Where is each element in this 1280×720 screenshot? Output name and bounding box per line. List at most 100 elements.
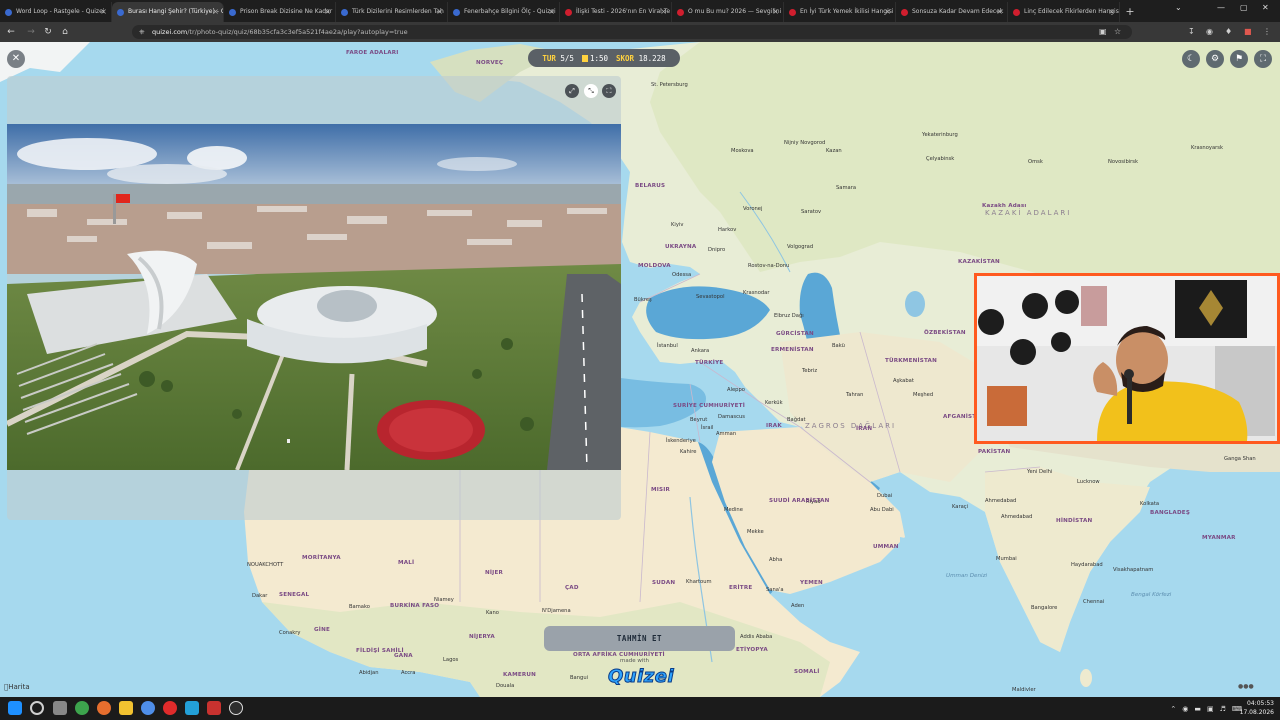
guess-button[interactable]: TAHMİN ET (544, 626, 735, 651)
search-icon[interactable] (30, 701, 44, 715)
map-label: Nijniy Novgorod (784, 140, 826, 146)
puzzle-icon[interactable]: ♦ (1225, 25, 1232, 39)
close-game-button[interactable]: ✕ (7, 50, 25, 68)
minimize-icon[interactable]: — (1217, 3, 1225, 12)
map-label: Elbruz Dağı (774, 313, 804, 319)
browser-tab[interactable]: Türk Dizilerini Resimlerden Tah × (336, 2, 448, 22)
map-label: BURKİNA FASO (390, 603, 440, 609)
quiz-photo (7, 124, 621, 470)
browser-tab[interactable]: Burası Hangi Şehir? (Türkiye) - Q × (112, 2, 224, 22)
fullscreen-icon[interactable]: ⛶ (1254, 50, 1272, 68)
new-tab-button[interactable]: + (1120, 2, 1140, 22)
map-label: MORİTANYA (302, 555, 341, 561)
opera-app-icon[interactable] (163, 701, 177, 715)
maximize-icon[interactable]: ▢ (1240, 3, 1248, 12)
recording-app-icon[interactable] (207, 701, 221, 715)
bookmark-star-icon[interactable]: ☆ (1114, 25, 1121, 39)
browser-tab[interactable]: Linç Edilecek Fikirlerden Hangis × (1008, 2, 1120, 22)
system-clock[interactable]: 04:05:53 17.08.2026 (1240, 699, 1274, 717)
install-app-icon[interactable]: ▣ (1099, 25, 1107, 39)
map-label: İRAN (856, 426, 873, 432)
map-attribution[interactable]: Harita (4, 683, 30, 691)
url-host: quizei.com (152, 28, 188, 36)
tab-title: Linç Edilecek Fikirlerden Hangis (1024, 8, 1119, 15)
profile-avatar-icon[interactable]: ■ (1244, 25, 1252, 39)
theme-toggle-icon[interactable]: ☾ (1182, 50, 1200, 68)
map-label: Voronej (743, 206, 763, 212)
tab-close-icon[interactable]: × (772, 2, 779, 22)
report-flag-icon[interactable]: ⚑ (1230, 50, 1248, 68)
expand-icon[interactable]: ⤡ (584, 84, 598, 98)
tab-close-icon[interactable]: × (212, 2, 219, 22)
map-label: Meşhed (913, 392, 934, 398)
map-label: Odessa (672, 272, 692, 278)
downloads-icon[interactable]: ↧ (1188, 25, 1195, 39)
map-label: Yeni Delhi (1027, 469, 1053, 475)
map-label: Moskova (731, 148, 754, 154)
browser-tab[interactable]: Fenerbahçe Bilgini Ölç - Quizei × (448, 2, 560, 22)
map-label: Sana'a (766, 587, 784, 593)
map-label: St. Petersburg (651, 82, 688, 88)
map-label: FAROE ADALARI (346, 50, 399, 56)
forward-icon[interactable]: → (24, 25, 38, 39)
reload-icon[interactable]: ↻ (41, 25, 55, 39)
map-label: Lagos (443, 657, 459, 663)
map-label: Volgograd (787, 244, 814, 250)
tray-chevron-icon[interactable]: ⌃ (1170, 705, 1176, 713)
back-icon[interactable]: ← (4, 25, 18, 39)
display-icon[interactable]: ▣ (1207, 705, 1214, 713)
browser-tab[interactable]: Prison Break Dizisine Ne Kadar × (224, 2, 336, 22)
microphone-icon[interactable]: ◉ (1182, 705, 1188, 713)
tab-close-icon[interactable]: × (324, 2, 331, 22)
map-label: Omsk (1028, 159, 1043, 165)
tab-close-icon[interactable]: × (996, 2, 1003, 22)
notepad-app-icon[interactable] (185, 701, 199, 715)
browser-tab[interactable]: O mu Bu mu? 2026 — Sevgilini × (672, 2, 784, 22)
round-value: 5/5 (560, 53, 574, 63)
volume-icon[interactable]: ♬ (1220, 705, 1226, 713)
map-label: UKRAYNA (665, 244, 697, 250)
tab-title: Prison Break Dizisine Ne Kadar (240, 8, 333, 15)
map-legal-icon[interactable]: ●●● (1238, 683, 1254, 690)
score-value: 18.228 (638, 53, 666, 63)
close-window-icon[interactable]: ✕ (1262, 3, 1269, 12)
browser-tab[interactable]: Word Loop - Rastgele - Quizei × (0, 2, 112, 22)
map-label: Mumbai (996, 556, 1017, 562)
tab-favicon-icon (341, 9, 348, 16)
task-view-icon[interactable] (53, 701, 67, 715)
tab-close-icon[interactable]: × (1108, 2, 1115, 22)
tab-search-icon[interactable]: ⌄ (1175, 3, 1182, 12)
browser-tab[interactable]: En İyi Türk Yemek İkilisi Hangisi × (784, 2, 896, 22)
tab-close-icon[interactable]: × (436, 2, 443, 22)
tab-close-icon[interactable]: × (660, 2, 667, 22)
browser-app-icon[interactable] (141, 701, 155, 715)
browser-tab[interactable]: Sonsuza Kadar Devam Edecek × (896, 2, 1008, 22)
tab-close-icon[interactable]: × (884, 2, 891, 22)
obs-app-icon[interactable] (229, 701, 243, 715)
extensions-icon[interactable]: ◉ (1206, 25, 1213, 39)
map-label: ÖZBEKİSTAN (924, 330, 966, 336)
maximize-photo-icon[interactable]: ⛶ (602, 84, 616, 98)
map-label: Kazan (826, 148, 842, 154)
game-status-bar: TUR 5/5 1:50 SKOR 18.228 (528, 49, 680, 67)
map-label: PAKİSTAN (978, 449, 1011, 455)
windows-start-icon[interactable] (8, 701, 22, 715)
site-info-icon[interactable]: ⎈ (139, 25, 145, 39)
chrome-app-icon[interactable] (75, 701, 89, 715)
browser-tab[interactable]: İlişki Testi - 2026'nın En Viral Te × (560, 2, 672, 22)
browser-menu-icon[interactable]: ⋮ (1263, 25, 1271, 39)
map-label: ERMENİSTAN (771, 347, 814, 353)
settings-icon[interactable]: ⚙ (1206, 50, 1224, 68)
url-field[interactable]: ⎈ quizei.com/tr/photo-quiz/quiz/68b35cfa… (132, 25, 1132, 39)
map-label: Umman Denizi (946, 573, 988, 579)
network-icon[interactable]: ▬ (1194, 705, 1201, 713)
quizei-logo[interactable]: Quizei (607, 666, 674, 688)
map-label: Kazakh Adası (982, 203, 1027, 209)
map-label: Krasnodar (743, 290, 770, 296)
file-explorer-icon[interactable] (119, 701, 133, 715)
home-icon[interactable]: ⌂ (58, 25, 72, 39)
tab-close-icon[interactable]: × (548, 2, 555, 22)
firefox-app-icon[interactable] (97, 701, 111, 715)
shrink-icon[interactable]: ⤢ (565, 84, 579, 98)
tab-close-icon[interactable]: × (100, 2, 107, 22)
